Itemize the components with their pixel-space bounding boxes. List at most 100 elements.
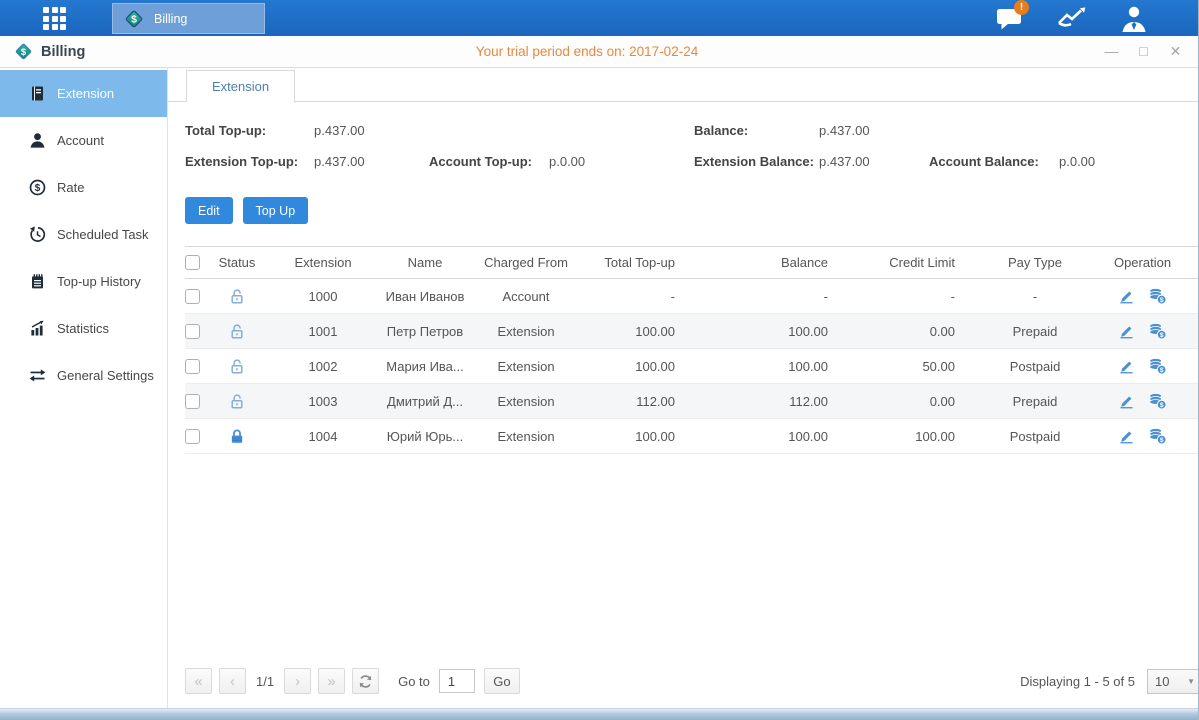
tab-extension[interactable]: Extension xyxy=(186,70,295,103)
edit-button[interactable]: Edit xyxy=(185,197,233,224)
extension-name: Петр Петров xyxy=(381,314,469,348)
sidebar-item-topup-history[interactable]: Top-up History xyxy=(0,258,167,305)
top-up-button[interactable]: Top Up xyxy=(243,197,309,224)
pagination-bar: « ‹ 1/1 › » Go t xyxy=(185,662,1199,708)
sidebar-item-extension[interactable]: Extension xyxy=(0,70,167,117)
credit-limit: 0.00 xyxy=(842,384,969,418)
balance: 100.00 xyxy=(689,314,842,348)
page-size-select[interactable]: 10 ▼ xyxy=(1147,669,1199,694)
extension-topup-value: p.437.00 xyxy=(314,154,429,169)
maximize-button[interactable]: □ xyxy=(1135,43,1152,60)
main-panel: Extension Total Top-up: p.437.00 Extensi… xyxy=(168,68,1199,708)
top-up-row-button[interactable]: $ xyxy=(1148,392,1167,410)
refresh-button[interactable] xyxy=(352,668,379,694)
messages-icon[interactable]: ! xyxy=(993,3,1026,33)
page-indicator: 1/1 xyxy=(256,674,274,689)
sidebar-item-rate[interactable]: $ Rate xyxy=(0,164,167,211)
line-chart-icon xyxy=(1056,5,1088,31)
extensions-table: Status Extension Name Charged From Total… xyxy=(185,246,1199,454)
dollar-circle-icon: $ xyxy=(29,179,46,196)
edit-row-button[interactable] xyxy=(1118,393,1135,410)
app-menu-grid-icon[interactable] xyxy=(43,7,69,30)
goto-page-input[interactable] xyxy=(439,669,475,693)
total-topup-value: p.437.00 xyxy=(314,123,429,138)
close-button[interactable]: ✕ xyxy=(1167,43,1184,60)
table-row: 1003 Дмитрий Д... Extension 112.00 112.0… xyxy=(185,384,1199,419)
account-topup-value: p.0.00 xyxy=(549,154,694,169)
first-page-button[interactable]: « xyxy=(185,668,212,694)
billing-summary: Total Top-up: p.437.00 Extension Top-up:… xyxy=(185,115,1199,177)
person-icon xyxy=(29,132,46,149)
balance: 112.00 xyxy=(689,384,842,418)
credit-limit: 0.00 xyxy=(842,314,969,348)
sidebar-item-account[interactable]: Account xyxy=(0,117,167,164)
balance: 100.00 xyxy=(689,419,842,453)
pencil-icon xyxy=(1118,393,1135,410)
last-page-button[interactable]: » xyxy=(318,668,345,694)
coins-icon: $ xyxy=(1148,392,1167,410)
select-all-checkbox[interactable] xyxy=(185,255,200,270)
extension-number: 1004 xyxy=(265,419,381,453)
col-extension: Extension xyxy=(265,247,381,278)
row-checkbox[interactable] xyxy=(185,429,200,444)
top-bar: $ Billing ! xyxy=(0,0,1198,36)
pay-type: Prepaid xyxy=(969,314,1101,348)
top-up-row-button[interactable]: $ xyxy=(1148,287,1167,305)
resource-monitor-icon[interactable] xyxy=(1055,3,1088,33)
table-body: 1000 Иван Иванов Account - - - - $ xyxy=(185,279,1199,454)
sidebar-item-statistics[interactable]: Statistics xyxy=(0,305,167,352)
top-up-row-button[interactable]: $ xyxy=(1148,427,1167,445)
billing-diamond-icon: $ xyxy=(13,41,34,62)
lock-open-icon xyxy=(229,393,245,410)
charged-from: Extension xyxy=(469,419,583,453)
sidebar-item-general-settings[interactable]: General Settings xyxy=(0,352,167,399)
credit-limit: 50.00 xyxy=(842,349,969,383)
row-checkbox[interactable] xyxy=(185,394,200,409)
pencil-icon xyxy=(1118,358,1135,375)
row-checkbox[interactable] xyxy=(185,324,200,339)
pay-type: Postpaid xyxy=(969,419,1101,453)
top-up-row-button[interactable]: $ xyxy=(1148,322,1167,340)
history-clock-icon xyxy=(29,226,46,243)
pencil-icon xyxy=(1118,323,1135,340)
balance-label: Balance: xyxy=(694,123,819,138)
svg-text:$: $ xyxy=(1160,297,1164,304)
charged-from: Account xyxy=(469,279,583,313)
svg-text:$: $ xyxy=(131,14,137,25)
pay-type: Prepaid xyxy=(969,384,1101,418)
charged-from: Extension xyxy=(469,384,583,418)
table-row: 1001 Петр Петров Extension 100.00 100.00… xyxy=(185,314,1199,349)
coins-icon: $ xyxy=(1148,322,1167,340)
extension-balance-value: p.437.00 xyxy=(819,154,929,169)
sidebar-item-scheduled-task[interactable]: Scheduled Task xyxy=(0,211,167,258)
edit-row-button[interactable] xyxy=(1118,428,1135,445)
extension-name: Мария Ива... xyxy=(381,349,469,383)
coins-icon: $ xyxy=(1148,427,1167,445)
window-controls: — □ ✕ xyxy=(1103,43,1184,60)
taskbar-tab-billing[interactable]: $ Billing xyxy=(112,3,265,34)
table-row: 1004 Юрий Юрь... Extension 100.00 100.00… xyxy=(185,419,1199,454)
minimize-button[interactable]: — xyxy=(1103,43,1120,60)
prev-page-button[interactable]: ‹ xyxy=(219,668,246,694)
row-checkbox[interactable] xyxy=(185,359,200,374)
row-checkbox[interactable] xyxy=(185,289,200,304)
pay-type: - xyxy=(969,279,1101,313)
svg-text:$: $ xyxy=(1160,402,1164,409)
edit-row-button[interactable] xyxy=(1118,358,1135,375)
total-topup: - xyxy=(583,279,689,313)
next-page-button[interactable]: › xyxy=(284,668,311,694)
pencil-icon xyxy=(1118,428,1135,445)
edit-row-button[interactable] xyxy=(1118,288,1135,305)
top-up-row-button[interactable]: $ xyxy=(1148,357,1167,375)
col-total-topup: Total Top-up xyxy=(583,247,689,278)
user-account-icon[interactable] xyxy=(1117,3,1150,33)
charged-from: Extension xyxy=(469,314,583,348)
sidebar: Extension Account $ Rate xyxy=(0,68,168,708)
extension-name: Дмитрий Д... xyxy=(381,384,469,418)
taskbar-tab-label: Billing xyxy=(154,12,187,26)
lock-open-icon xyxy=(229,358,245,375)
edit-row-button[interactable] xyxy=(1118,323,1135,340)
extension-name: Юрий Юрь... xyxy=(381,419,469,453)
billing-app-window: $ Billing ! xyxy=(0,0,1199,720)
go-button[interactable]: Go xyxy=(484,668,520,694)
